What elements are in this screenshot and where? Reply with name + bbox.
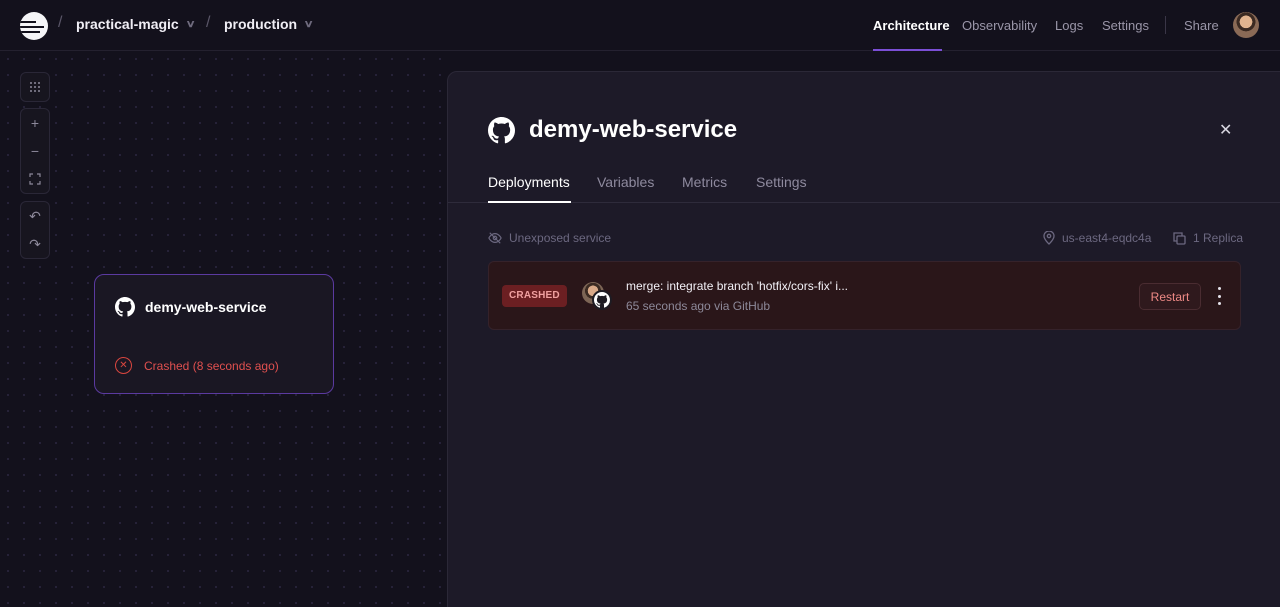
tab-metrics[interactable]: Metrics bbox=[682, 174, 727, 190]
active-tab-indicator bbox=[488, 201, 571, 203]
nav-logs[interactable]: Logs bbox=[1055, 18, 1083, 33]
chevron-down-icon: ∨ bbox=[185, 18, 196, 30]
project-name: practical-magic bbox=[76, 16, 179, 32]
canvas-grid-toolbar bbox=[20, 72, 50, 102]
github-icon bbox=[488, 116, 515, 143]
environment-selector[interactable]: production ∨ bbox=[224, 16, 314, 32]
restart-button[interactable]: Restart bbox=[1139, 283, 1201, 310]
nav-observability[interactable]: Observability bbox=[962, 18, 1037, 33]
zoom-in-icon[interactable]: + bbox=[21, 109, 49, 137]
breadcrumb-separator: / bbox=[58, 14, 63, 31]
close-icon[interactable]: ✕ bbox=[1219, 120, 1232, 140]
region-text: us-east4-eqdc4a bbox=[1062, 231, 1152, 245]
architecture-canvas[interactable]: + − ↶ ↷ demy-web-service ✕ Crashed (8 se… bbox=[0, 51, 448, 607]
tab-deployments[interactable]: Deployments bbox=[488, 174, 570, 190]
replica-text: 1 Replica bbox=[1193, 231, 1244, 245]
nav-architecture[interactable]: Architecture bbox=[873, 18, 950, 33]
status-badge: CRASHED bbox=[502, 285, 567, 307]
environment-name: production bbox=[224, 16, 298, 32]
tab-settings[interactable]: Settings bbox=[756, 174, 807, 190]
undo-icon[interactable]: ↶ bbox=[21, 202, 49, 230]
user-avatar[interactable] bbox=[1233, 12, 1259, 38]
canvas-zoom-toolbar: + − bbox=[20, 108, 50, 194]
breadcrumb-separator: / bbox=[206, 14, 211, 31]
deployment-meta: 65 seconds ago via GitHub bbox=[626, 299, 771, 313]
panel-title: demy-web-service bbox=[488, 116, 737, 144]
nav-active-indicator bbox=[873, 49, 942, 51]
service-node-name: demy-web-service bbox=[145, 299, 267, 315]
share-button[interactable]: Share bbox=[1184, 18, 1219, 33]
project-selector[interactable]: practical-magic ∨ bbox=[76, 16, 196, 32]
eye-off-icon bbox=[488, 232, 502, 244]
service-node-title: demy-web-service bbox=[115, 297, 266, 317]
service-name: demy-web-service bbox=[529, 116, 738, 143]
location-pin-icon bbox=[1043, 231, 1055, 245]
service-node[interactable]: demy-web-service ✕ Crashed (8 seconds ag… bbox=[94, 274, 334, 394]
tabs-divider bbox=[448, 202, 1280, 203]
fit-view-icon[interactable] bbox=[21, 165, 49, 193]
nav-divider bbox=[1165, 16, 1166, 34]
commit-message: merge: integrate branch 'hotfix/cors-fix… bbox=[626, 279, 849, 293]
more-options-icon[interactable] bbox=[1212, 287, 1226, 305]
app-logo-icon[interactable] bbox=[20, 12, 48, 40]
service-panel: demy-web-service ✕ Deployments Variables… bbox=[447, 71, 1280, 607]
region-info: us-east4-eqdc4a bbox=[1043, 231, 1151, 245]
grid-icon[interactable] bbox=[21, 73, 49, 101]
deployment-row[interactable]: CRASHED merge: integrate branch 'hotfix/… bbox=[488, 261, 1241, 330]
redo-icon[interactable]: ↷ bbox=[21, 230, 49, 258]
service-node-status-text: Crashed (8 seconds ago) bbox=[144, 358, 279, 373]
replica-info: 1 Replica bbox=[1173, 231, 1243, 245]
github-icon bbox=[115, 297, 135, 317]
canvas-history-toolbar: ↶ ↷ bbox=[20, 201, 50, 259]
nav-settings[interactable]: Settings bbox=[1102, 18, 1149, 33]
chevron-down-icon: ∨ bbox=[303, 18, 314, 30]
exposure-status: Unexposed service bbox=[488, 231, 611, 245]
service-node-status: ✕ Crashed (8 seconds ago) bbox=[115, 357, 279, 374]
tab-variables[interactable]: Variables bbox=[597, 174, 654, 190]
crashed-icon: ✕ bbox=[115, 357, 132, 374]
zoom-out-icon[interactable]: − bbox=[21, 137, 49, 165]
copy-icon bbox=[1173, 231, 1186, 245]
top-bar: / practical-magic ∨ / production ∨ Archi… bbox=[0, 0, 1280, 51]
exposure-text: Unexposed service bbox=[509, 231, 612, 245]
github-icon bbox=[592, 290, 612, 310]
